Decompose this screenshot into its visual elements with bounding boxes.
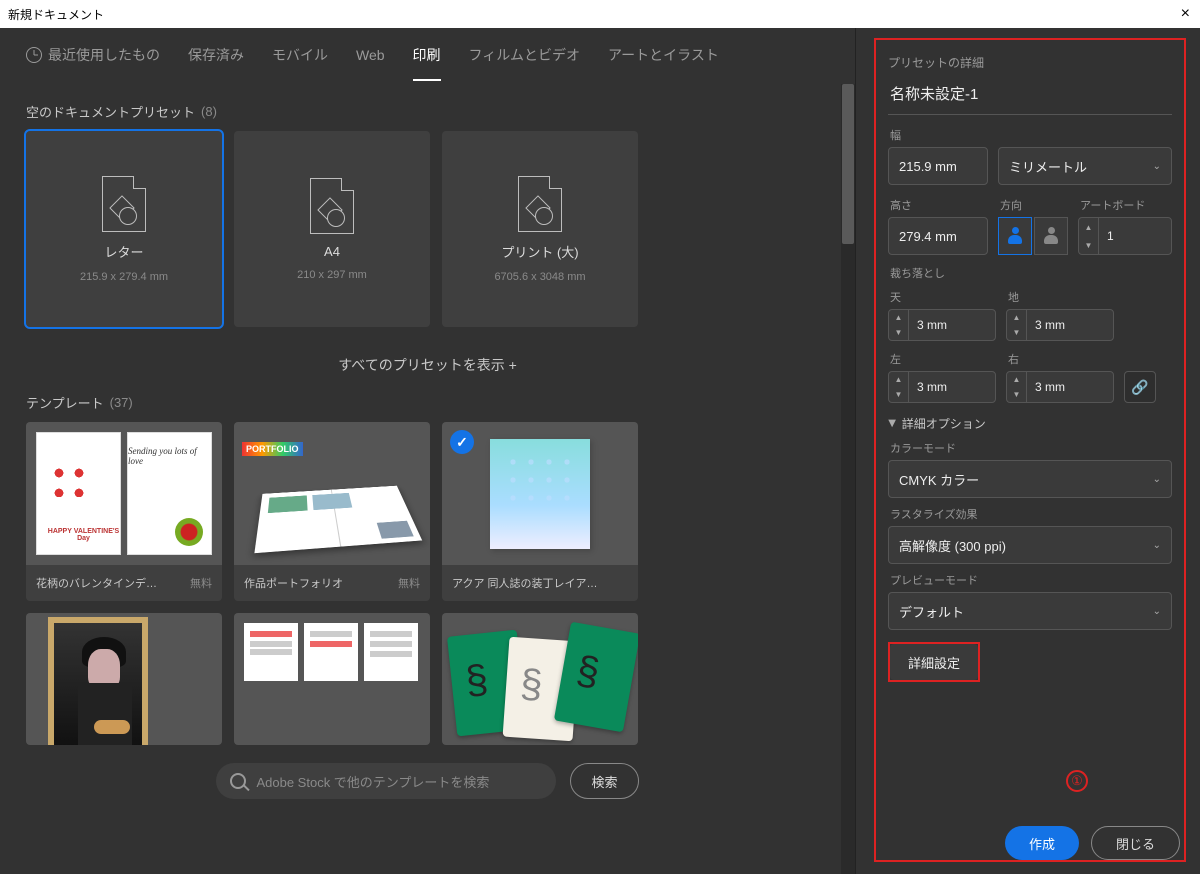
template-valentine[interactable]: HAPPY VALENTINE'S Day Sending you lots o…	[26, 422, 222, 601]
clock-icon	[26, 47, 42, 63]
orientation-landscape[interactable]	[1034, 217, 1068, 255]
more-settings-button[interactable]: 詳細設定	[888, 642, 980, 682]
show-all-presets[interactable]: すべてのプリセットを表示 +	[26, 355, 829, 375]
page-icon	[102, 176, 146, 232]
close-button[interactable]: 閉じる	[1091, 826, 1180, 860]
orientation-portrait[interactable]	[998, 217, 1032, 255]
chevron-down-icon: ⌄	[1153, 606, 1161, 617]
check-icon: ✓	[450, 430, 474, 454]
close-icon[interactable]: ×	[1181, 5, 1190, 23]
template-portfolio[interactable]: PORTFOLIO 作品ポートフォリオ無料	[234, 422, 430, 601]
tab-web[interactable]: Web	[356, 47, 385, 79]
advanced-options-toggle[interactable]: ▶ 詳細オプション	[888, 415, 1172, 432]
chevron-down-icon: ⌄	[1153, 540, 1161, 551]
create-button[interactable]: 作成	[1005, 826, 1079, 860]
units-select[interactable]: ミリメートル ⌄	[998, 147, 1172, 185]
scrollbar[interactable]	[841, 84, 855, 874]
preset-letter[interactable]: レター 215.9 x 279.4 mm	[26, 131, 222, 327]
bleed-top-stepper[interactable]: ▲▼3 mm	[888, 309, 996, 341]
tab-mobile[interactable]: モバイル	[272, 45, 328, 81]
tab-saved[interactable]: 保存済み	[188, 45, 244, 81]
width-input[interactable]: 215.9 mm	[888, 147, 988, 185]
bleed-right-stepper[interactable]: ▲▼3 mm	[1006, 371, 1114, 403]
preset-a4[interactable]: A4 210 x 297 mm	[234, 131, 430, 327]
page-icon	[310, 178, 354, 234]
bleed-bottom-stepper[interactable]: ▲▼3 mm	[1006, 309, 1114, 341]
panel-title: プリセットの詳細	[888, 54, 1172, 71]
document-name-input[interactable]: 名称未設定-1	[888, 79, 1172, 115]
tab-film[interactable]: フィルムとビデオ	[469, 45, 580, 81]
titlebar: 新規ドキュメント ×	[0, 0, 1200, 28]
chevron-down-icon: ▶	[886, 420, 897, 428]
tab-recent[interactable]: 最近使用したもの	[26, 45, 160, 81]
tab-art[interactable]: アートとイラスト	[608, 45, 719, 81]
preview-mode-select[interactable]: デフォルト ⌄	[888, 592, 1172, 630]
preset-details-panel: プリセットの詳細 名称未設定-1 幅 215.9 mm ミリメートル ⌄ 高さ …	[855, 28, 1200, 874]
annotation-marker-1: ①	[1066, 770, 1088, 792]
page-icon	[518, 176, 562, 232]
step-down-icon[interactable]: ▼	[1079, 236, 1098, 254]
raster-effects-select[interactable]: 高解像度 (300 ppi) ⌄	[888, 526, 1172, 564]
category-tabs: 最近使用したもの 保存済み モバイル Web 印刷 フィルムとビデオ アートとイ…	[0, 28, 855, 84]
template-cards[interactable]: § § §	[442, 613, 638, 745]
tab-print[interactable]: 印刷	[413, 45, 441, 81]
search-input[interactable]: Adobe Stock で他のテンプレートを検索	[216, 763, 556, 799]
artboard-stepper[interactable]: ▲▼ 1	[1078, 217, 1172, 255]
color-mode-select[interactable]: CMYK カラー ⌄	[888, 460, 1172, 498]
step-up-icon[interactable]: ▲	[1079, 218, 1098, 236]
chevron-down-icon: ⌄	[1153, 161, 1161, 172]
blank-presets-heading: 空のドキュメントプリセット (8)	[26, 102, 829, 121]
window-title: 新規ドキュメント	[8, 6, 104, 23]
height-input[interactable]: 279.4 mm	[888, 217, 988, 255]
chevron-down-icon: ⌄	[1153, 474, 1161, 485]
template-aqua[interactable]: ✓ アクア 同人誌の装丁レイア…	[442, 422, 638, 601]
bleed-left-stepper[interactable]: ▲▼3 mm	[888, 371, 996, 403]
link-bleed-button[interactable]: 🔗	[1124, 371, 1156, 403]
template-branding[interactable]	[234, 613, 430, 745]
template-portrait[interactable]	[26, 613, 222, 745]
search-icon	[230, 773, 246, 789]
preset-print-large[interactable]: プリント (大) 6705.6 x 3048 mm	[442, 131, 638, 327]
search-button[interactable]: 検索	[570, 763, 638, 799]
templates-heading: テンプレート (37)	[26, 393, 829, 412]
